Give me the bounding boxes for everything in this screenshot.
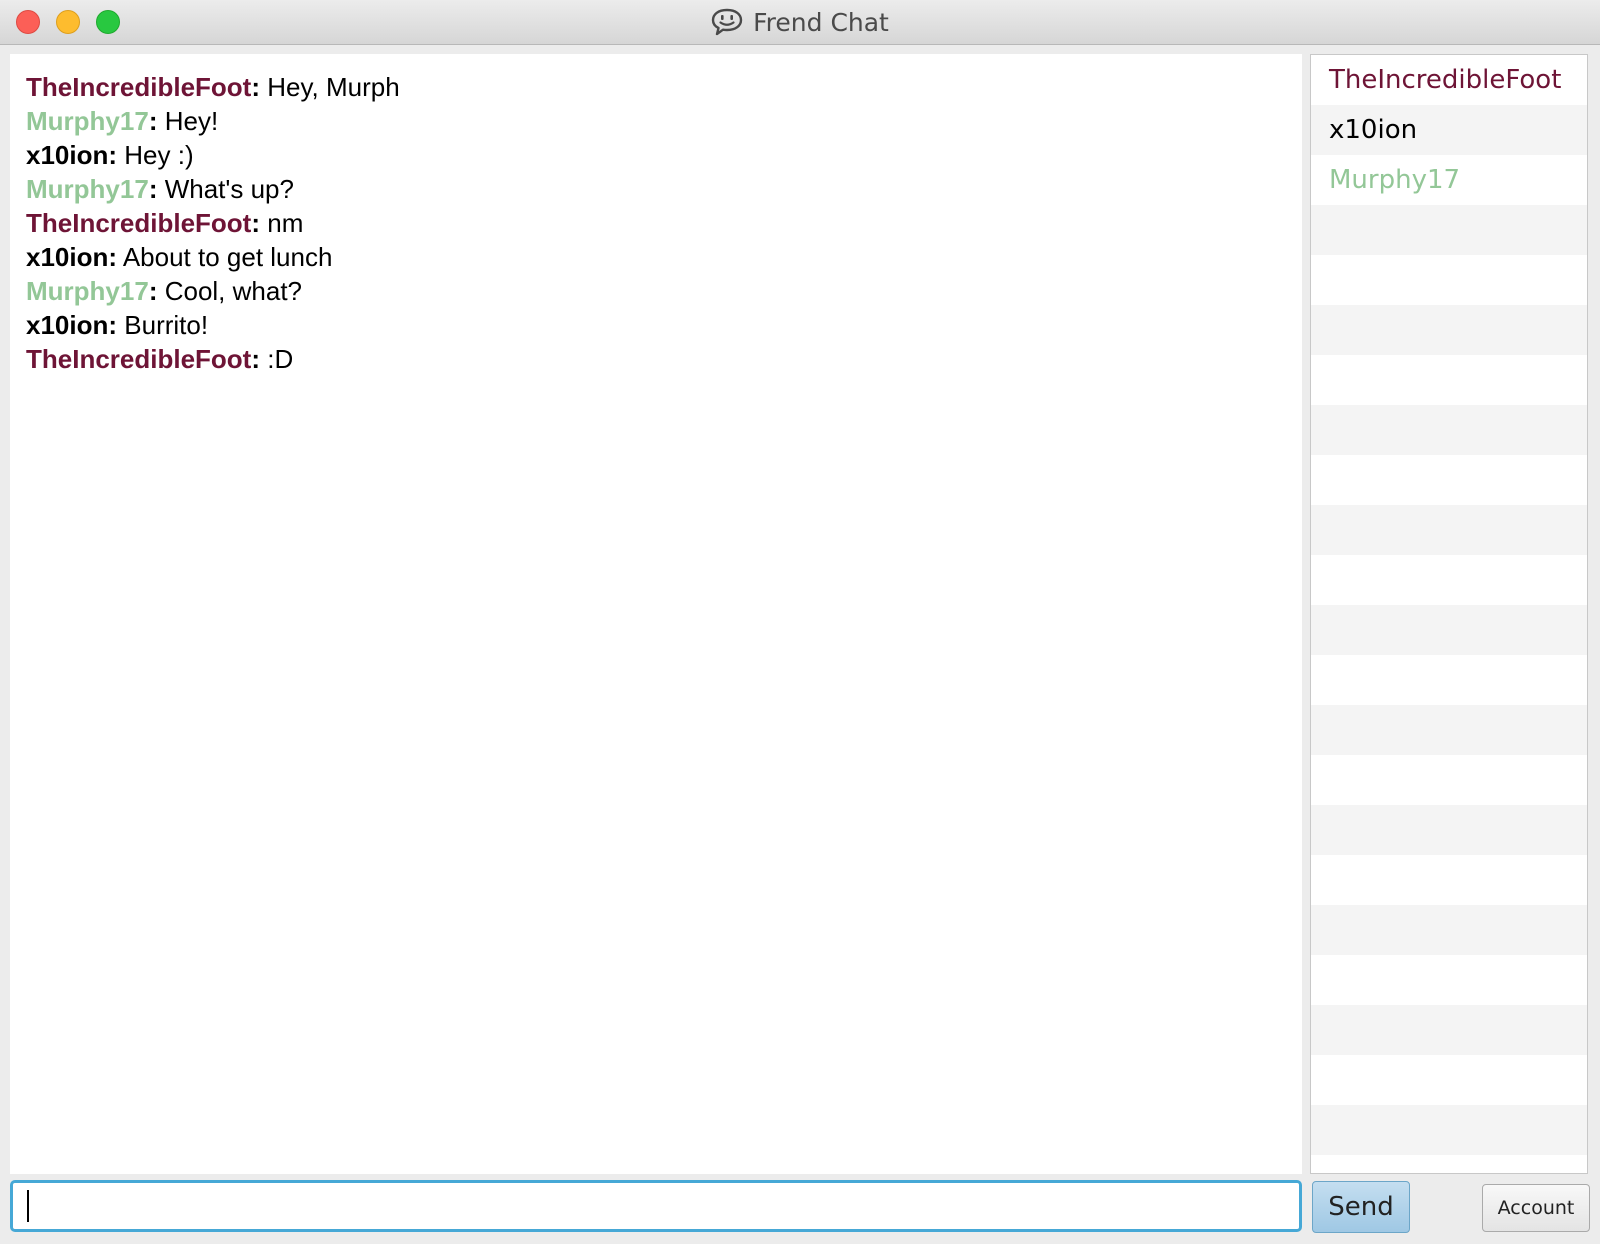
empty-list-row (1311, 755, 1587, 805)
message: TheIncredibleFoot: nm (26, 206, 1302, 240)
empty-list-row (1311, 655, 1587, 705)
message-text: About to get lunch (117, 242, 333, 272)
message-author: Murphy17 (26, 174, 149, 204)
empty-list-row (1311, 955, 1587, 1005)
empty-list-row (1311, 805, 1587, 855)
message-author: Murphy17 (26, 106, 149, 136)
message-author: x10ion (26, 140, 109, 170)
empty-list-row (1311, 605, 1587, 655)
window-title: Frend Chat (753, 7, 889, 37)
empty-list-row (1311, 555, 1587, 605)
message-text: Burrito! (117, 310, 209, 340)
empty-list-row (1311, 255, 1587, 305)
message-text: Cool, what? (157, 276, 303, 306)
empty-list-row (1311, 1055, 1587, 1105)
user-list-item[interactable]: TheIncredibleFoot (1311, 55, 1587, 105)
title-bar: Frend Chat (0, 0, 1600, 45)
message: x10ion: Hey :) (26, 138, 1302, 172)
message: x10ion: Burrito! (26, 308, 1302, 342)
empty-list-row (1311, 855, 1587, 905)
message-author: x10ion (26, 242, 109, 272)
user-list-item[interactable]: Murphy17 (1311, 155, 1587, 205)
message-author: x10ion (26, 310, 109, 340)
author-separator: : (108, 242, 118, 272)
online-users-list[interactable]: TheIncredibleFoot x10ion Murphy17 (1310, 54, 1588, 1174)
message: TheIncredibleFoot: :D (26, 342, 1302, 376)
empty-list-row (1311, 705, 1587, 755)
chat-log[interactable]: TheIncredibleFoot: Hey, Murph Murphy17: … (10, 54, 1302, 1174)
empty-list-row (1311, 1105, 1587, 1155)
message-author: Murphy17 (26, 276, 149, 306)
empty-list-row (1311, 455, 1587, 505)
empty-list-row (1311, 405, 1587, 455)
message-text: nm (260, 208, 304, 238)
message: x10ion: About to get lunch (26, 240, 1302, 274)
author-separator: : (108, 140, 118, 170)
empty-list-row (1311, 1005, 1587, 1055)
app-window: Frend Chat TheIncredibleFoot: Hey, Murph… (0, 0, 1600, 1244)
chat-bubble-smile-icon (711, 8, 743, 36)
message-text: Hey, Murph (260, 72, 400, 102)
message-input[interactable] (10, 1180, 1302, 1232)
empty-list-row (1311, 355, 1587, 405)
message-text: :D (260, 344, 294, 374)
message-author: TheIncredibleFoot (26, 208, 252, 238)
author-separator: : (251, 208, 261, 238)
empty-list-row (1311, 905, 1587, 955)
message-author: TheIncredibleFoot (26, 344, 252, 374)
text-caret (27, 1190, 29, 1222)
message: Murphy17: Cool, what? (26, 274, 1302, 308)
empty-list-row (1311, 505, 1587, 555)
message-text: Hey :) (117, 140, 194, 170)
message: Murphy17: Hey! (26, 104, 1302, 138)
empty-list-row (1311, 205, 1587, 255)
account-button[interactable]: Account (1482, 1184, 1590, 1232)
user-list-item[interactable]: x10ion (1311, 105, 1587, 155)
message: TheIncredibleFoot: Hey, Murph (26, 70, 1302, 104)
empty-list-row (1311, 1155, 1587, 1173)
message: Murphy17: What's up? (26, 172, 1302, 206)
author-separator: : (108, 310, 118, 340)
empty-list-row (1311, 305, 1587, 355)
message-list: TheIncredibleFoot: Hey, Murph Murphy17: … (10, 54, 1302, 376)
author-separator: : (251, 344, 261, 374)
window-title-group: Frend Chat (0, 0, 1600, 44)
message-author: TheIncredibleFoot (26, 72, 252, 102)
message-text: Hey! (157, 106, 219, 136)
send-button[interactable]: Send (1312, 1181, 1410, 1233)
message-text: What's up? (157, 174, 294, 204)
author-separator: : (251, 72, 261, 102)
